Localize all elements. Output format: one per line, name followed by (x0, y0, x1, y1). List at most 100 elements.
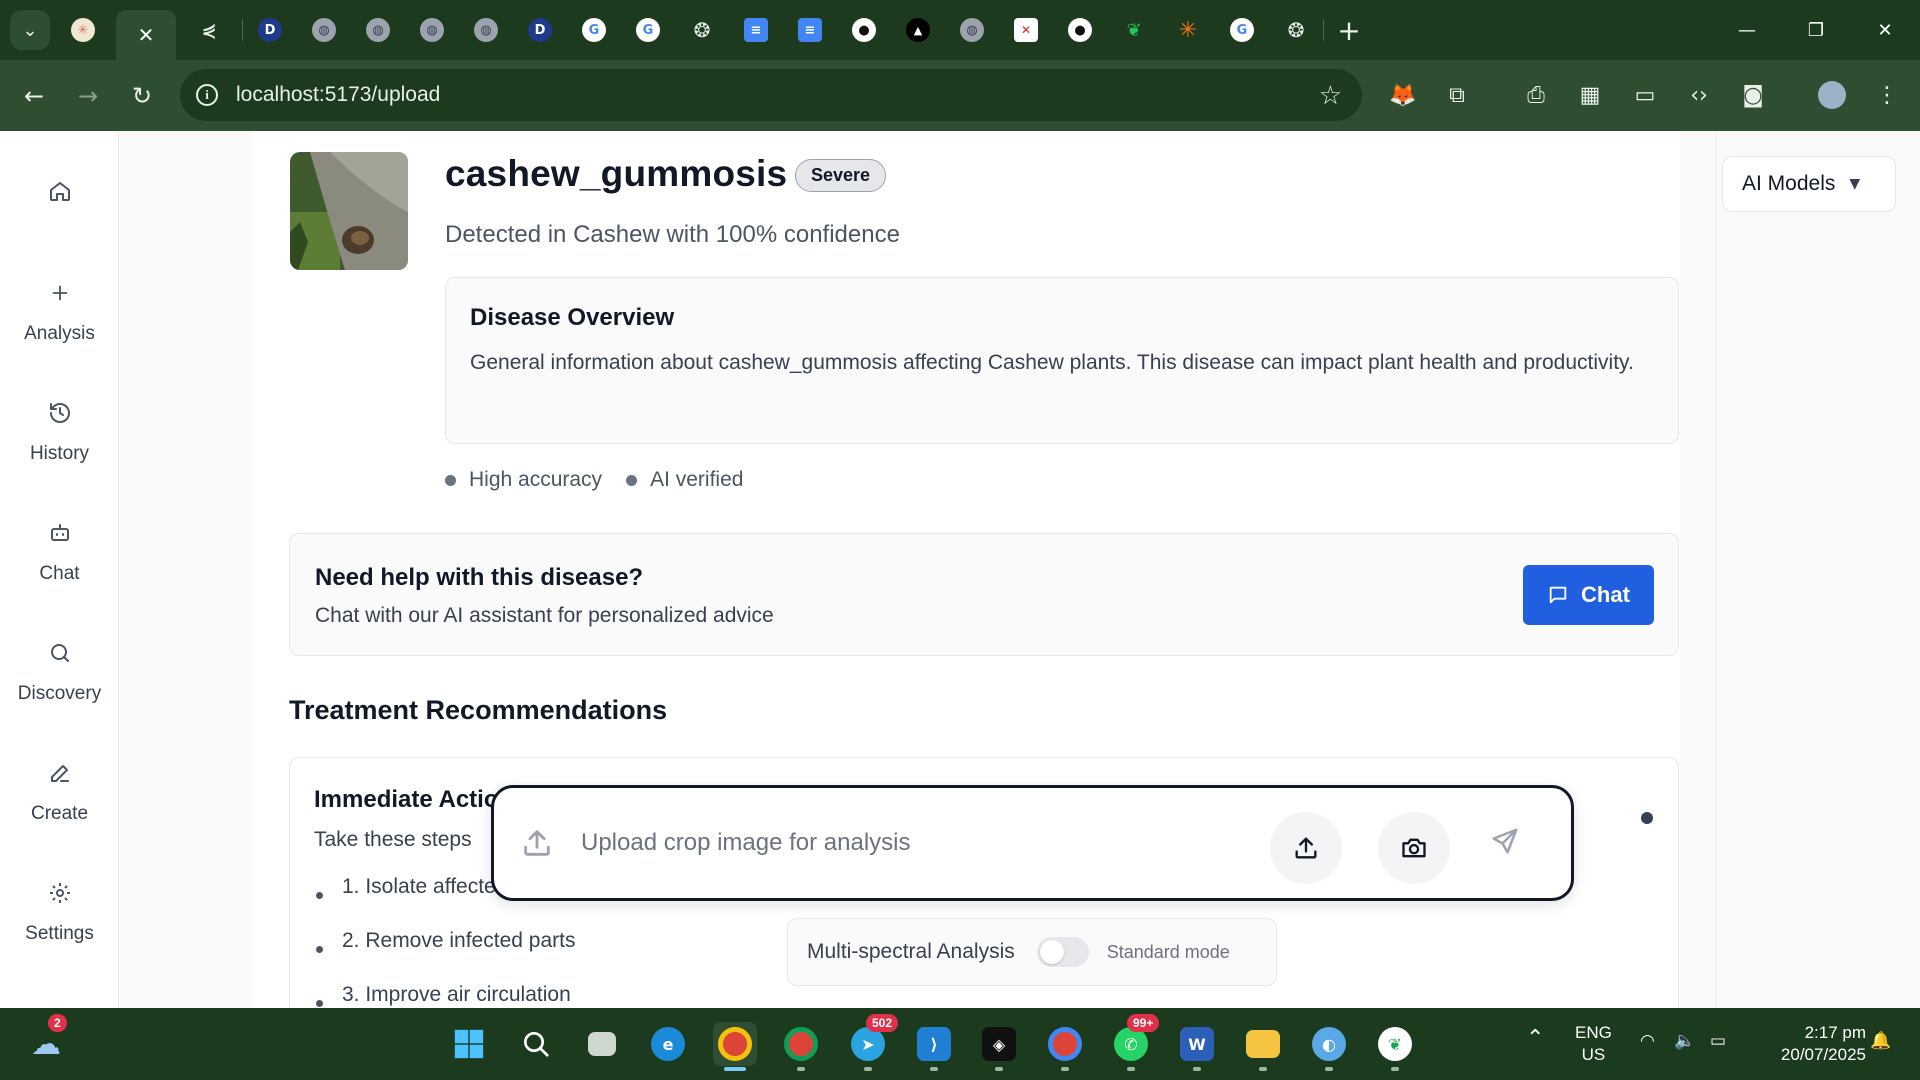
disease-overview-card: Disease Overview General information abo… (445, 277, 1679, 444)
tab-share[interactable]: ⋞ (176, 0, 242, 60)
tab-d1[interactable]: D (243, 0, 297, 60)
start-button[interactable] (447, 1022, 491, 1066)
sidebar-item-history[interactable]: History (0, 399, 119, 465)
taskbar-vscode[interactable]: ⟩ (912, 1022, 956, 1066)
tab-github2[interactable]: ● (1053, 0, 1107, 60)
taskbar-file-explorer[interactable] (1241, 1022, 1285, 1066)
crop-image-thumbnail (290, 152, 408, 270)
print-icon[interactable]: ⎙ (1521, 80, 1551, 110)
tab-globe2[interactable]: ◍ (351, 0, 405, 60)
chat-button[interactable]: Chat (1523, 565, 1654, 625)
tab-github1[interactable]: ● (837, 0, 891, 60)
tab-openai2[interactable]: ❂ (1269, 0, 1323, 60)
volume-icon[interactable]: 🔈 (1674, 1030, 1695, 1052)
upload-file-button[interactable] (1270, 812, 1342, 884)
list-item: 2. Remove infected parts (316, 929, 575, 953)
taskbar-chrome-active[interactable] (713, 1022, 757, 1066)
extensions-puzzle-icon[interactable]: ⧉ (1442, 80, 1472, 110)
tab-current-close[interactable]: ✕ (116, 10, 176, 60)
profile-avatar[interactable] (1818, 81, 1846, 109)
ai-models-dropdown[interactable]: AI Models ▼ (1722, 156, 1896, 212)
device-toggle-icon[interactable]: ▭ (1630, 80, 1660, 110)
bookmark-star-icon[interactable]: ☆ (1319, 81, 1342, 111)
minimize-button[interactable]: — (1713, 0, 1781, 60)
url-text[interactable]: localhost:5173/upload (236, 83, 440, 107)
tab-mongodb[interactable]: ❦ (1107, 0, 1161, 60)
vercel-icon: ▲ (906, 18, 930, 42)
upload-input-bar[interactable]: Upload crop image for analysis (491, 785, 1574, 901)
send-button[interactable] (1490, 826, 1520, 861)
taskbar-unity[interactable]: ◈ (977, 1022, 1021, 1066)
notification-bell-icon[interactable]: 🔔 (1870, 1030, 1891, 1052)
tab-google3[interactable]: G (1215, 0, 1269, 60)
search-icon (46, 639, 74, 667)
taskbar-edge[interactable]: e (646, 1022, 690, 1066)
tray-overflow-chevron-icon[interactable]: ⌃ (1526, 1028, 1544, 1050)
paint-icon: ◐ (1312, 1027, 1346, 1061)
new-tab-button[interactable]: + (1324, 14, 1374, 47)
taskbar-word[interactable]: W (1175, 1022, 1219, 1066)
message-square-icon (1549, 586, 1567, 604)
sidebar-item-chat[interactable]: Chat (0, 519, 119, 585)
site-info-icon[interactable]: i (196, 84, 218, 106)
globe-icon: ◍ (312, 18, 336, 42)
qr-code-icon[interactable]: ▦ (1575, 80, 1605, 110)
plus-icon: + (1337, 13, 1361, 47)
clock[interactable]: 2:17 pm 20/07/2025 (1756, 1022, 1866, 1066)
taskbar-mongodb-compass[interactable]: ❦ (1373, 1022, 1417, 1066)
tab-claude2[interactable]: ✳ (1161, 0, 1215, 60)
close-window-button[interactable]: ✕ (1851, 0, 1919, 60)
tab-globe5[interactable]: ◍ (945, 0, 999, 60)
tab-globe1[interactable]: ◍ (297, 0, 351, 60)
more-menu-icon[interactable]: ⋮ (1872, 80, 1902, 110)
sidebar-item-settings[interactable]: Settings (0, 879, 119, 945)
reload-button[interactable]: ↻ (115, 69, 169, 123)
chrome-icon (1048, 1027, 1082, 1061)
bot-icon (46, 519, 74, 547)
devtools-code-icon[interactable]: ‹› (1684, 80, 1714, 110)
forward-button[interactable]: → (61, 69, 115, 123)
sidebar-item-analysis[interactable]: Analysis (0, 279, 119, 345)
running-indicator (797, 1067, 805, 1071)
globe-icon: ◍ (420, 18, 444, 42)
tab-vercel[interactable]: ▲ (891, 0, 945, 60)
pencil-icon (46, 759, 74, 787)
camera-button[interactable] (1378, 812, 1450, 884)
tab-google2[interactable]: G (621, 0, 675, 60)
sidebar-item-home[interactable] (0, 177, 119, 205)
tab-search-button[interactable]: ⌄ (10, 10, 50, 50)
help-heading: Need help with this disease? (315, 564, 644, 591)
language-indicator[interactable]: ENG US (1575, 1022, 1612, 1066)
sidebar-item-create[interactable]: Create (0, 759, 119, 825)
back-button[interactable]: ← (7, 69, 61, 123)
restore-button[interactable]: ❐ (1782, 0, 1850, 60)
taskbar-chrome-3[interactable] (1043, 1022, 1087, 1066)
running-indicator (1259, 1067, 1267, 1071)
metamask-extension-icon[interactable]: 🦊 (1388, 80, 1418, 110)
battery-icon[interactable]: ▭ (1710, 1030, 1726, 1052)
tab-claude[interactable]: ✳ (50, 0, 116, 60)
wifi-icon[interactable]: ◠ (1640, 1030, 1655, 1052)
sidebar-item-discovery[interactable]: Discovery (0, 639, 119, 705)
tab-docs2[interactable]: ≡ (783, 0, 837, 60)
multispectral-toggle[interactable] (1036, 937, 1089, 967)
upload-placeholder[interactable]: Upload crop image for analysis (581, 829, 911, 857)
tab-openai1[interactable]: ❂ (675, 0, 729, 60)
tab-globe4[interactable]: ◍ (459, 0, 513, 60)
address-bar[interactable]: i localhost:5173/upload ☆ (180, 69, 1362, 121)
tab-error[interactable]: ✕ (999, 0, 1053, 60)
taskbar-paint[interactable]: ◐ (1307, 1022, 1351, 1066)
tab-d2[interactable]: D (513, 0, 567, 60)
tab-docs1[interactable]: ≡ (729, 0, 783, 60)
taskbar-chrome-2[interactable] (779, 1022, 823, 1066)
tab-globe3[interactable]: ◍ (405, 0, 459, 60)
overview-text: General information about cashew_gummosi… (470, 351, 1634, 374)
windows-taskbar: ☁ 2 e ➤ 502 ⟩ ◈ ✆ 99+ W ◐ ❦ ⌃ ENG US ◠ 🔈… (0, 1008, 1920, 1080)
chat-button-label: Chat (1581, 582, 1630, 607)
close-icon[interactable]: ✕ (138, 23, 155, 48)
task-view-button[interactable] (580, 1022, 624, 1066)
tab-google1[interactable]: G (567, 0, 621, 60)
search-taskbar-button[interactable] (514, 1022, 558, 1066)
screenshot-icon[interactable]: ◙ (1738, 80, 1768, 110)
claude-icon: ✳ (1178, 17, 1198, 43)
